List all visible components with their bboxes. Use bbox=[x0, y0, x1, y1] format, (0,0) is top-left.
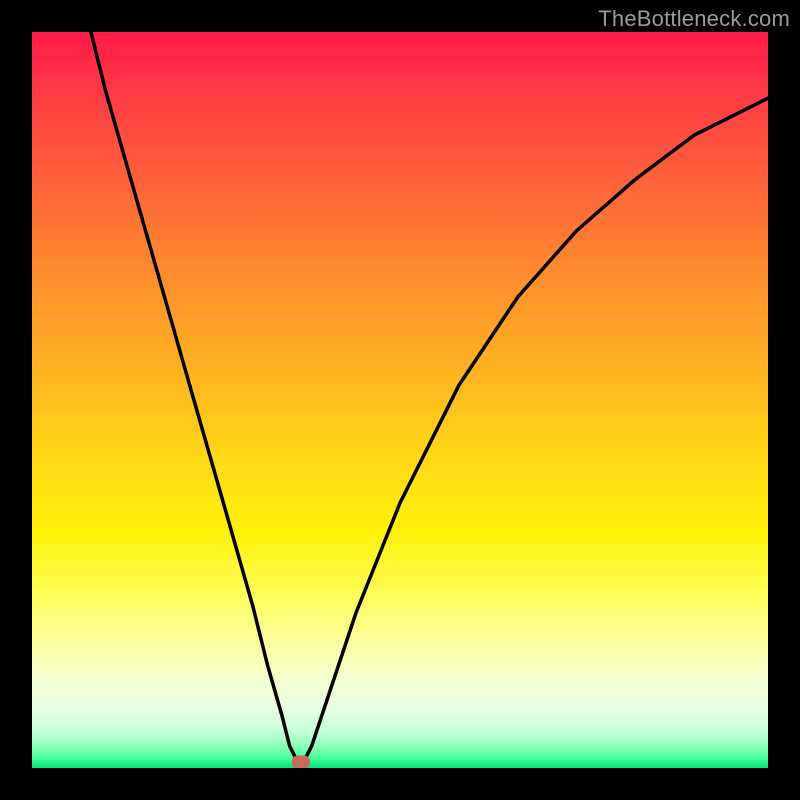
watermark-text: TheBottleneck.com bbox=[598, 6, 790, 32]
bottleneck-curve bbox=[32, 32, 768, 768]
chart-frame: TheBottleneck.com bbox=[0, 0, 800, 800]
optimum-marker bbox=[292, 756, 310, 768]
curve-path bbox=[91, 32, 768, 761]
chart-plot-area bbox=[32, 32, 768, 768]
